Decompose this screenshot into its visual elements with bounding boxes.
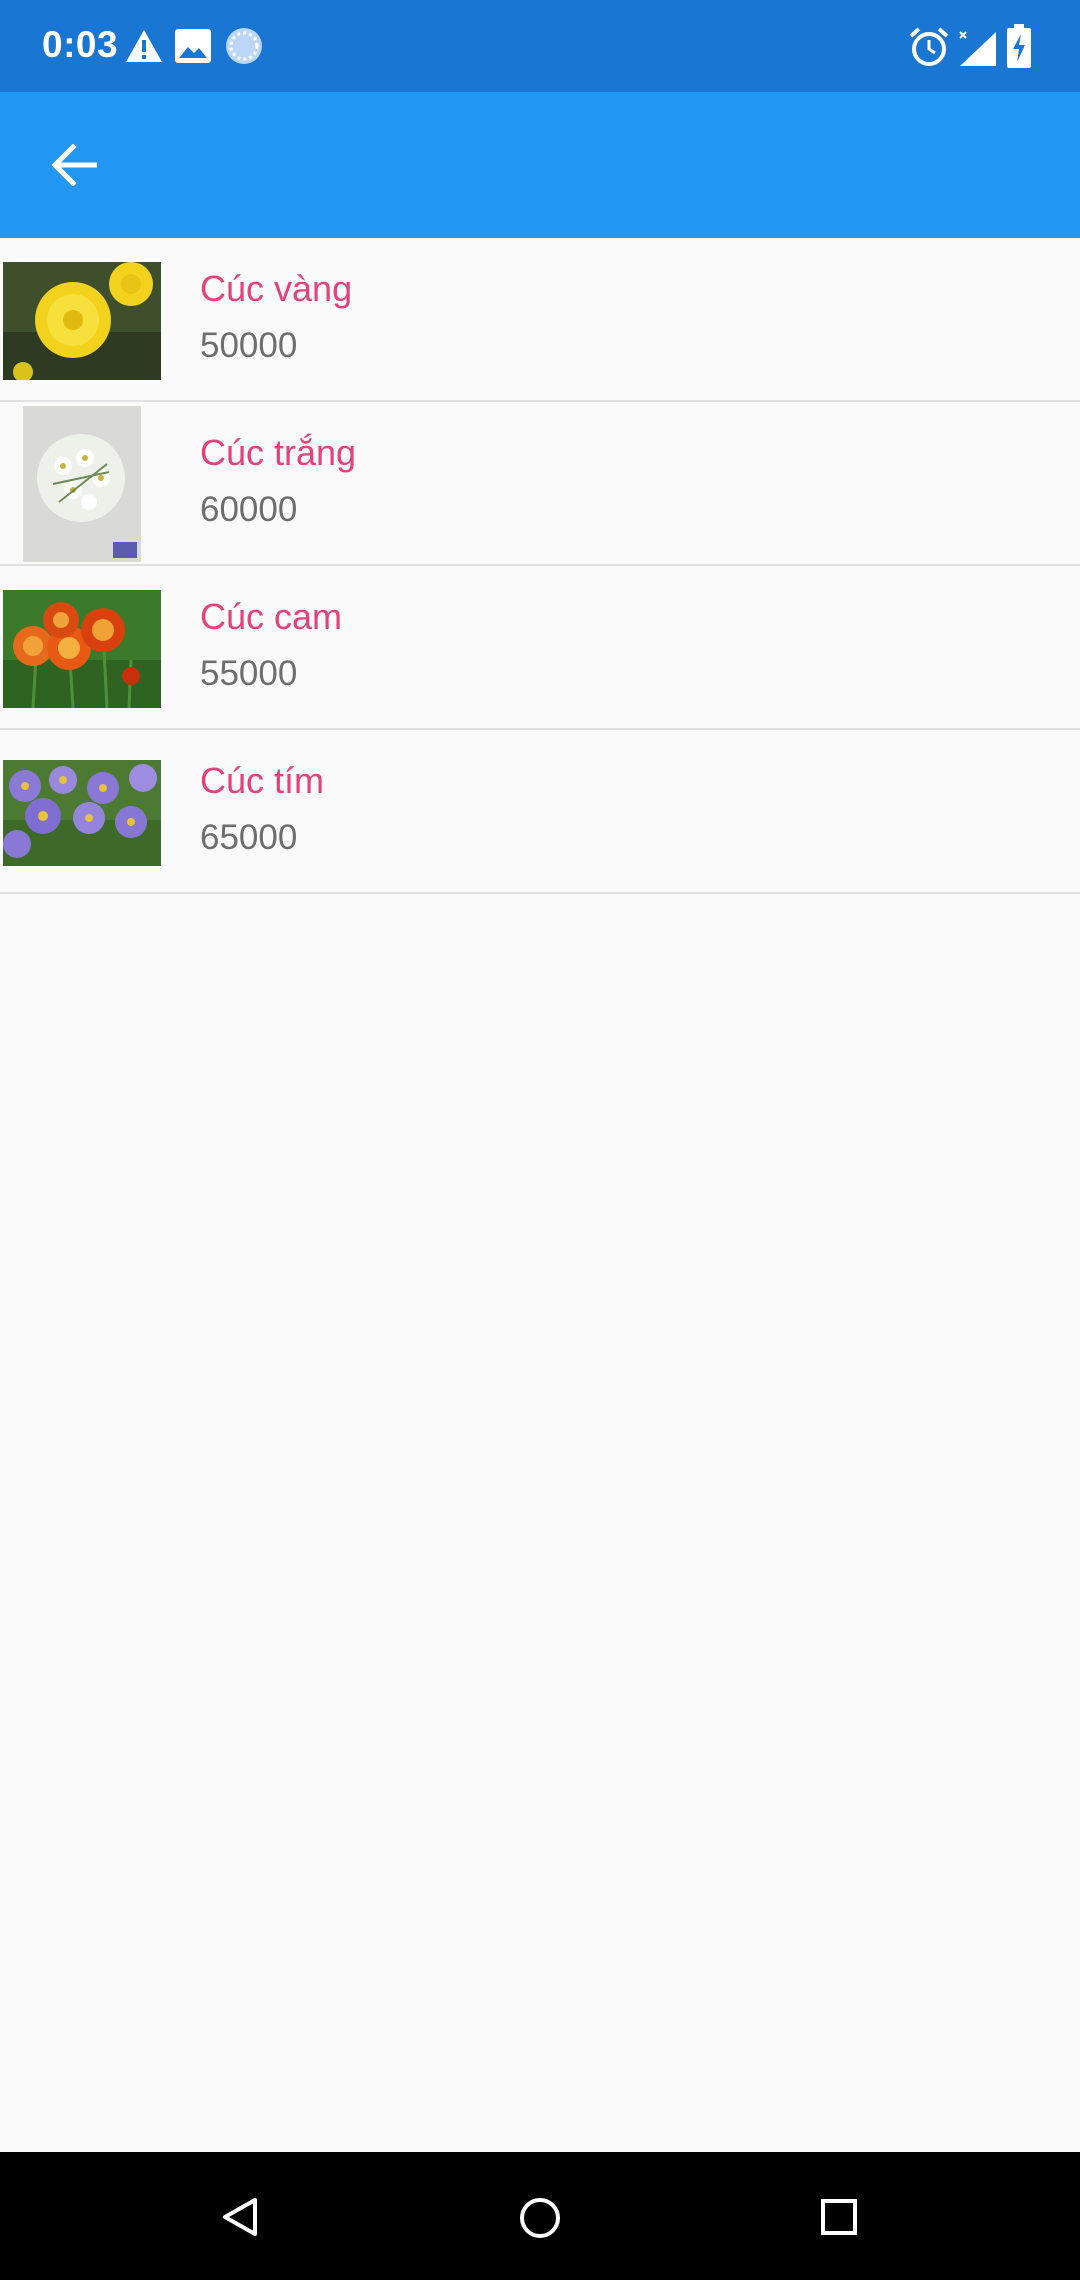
orange-chrysanthemum-image <box>3 590 161 708</box>
alarm-icon <box>909 27 949 66</box>
product-name: Cúc tím <box>200 760 325 801</box>
purple-chrysanthemum-image <box>3 760 161 866</box>
image-icon <box>175 29 211 63</box>
yellow-chrysanthemum-image <box>3 262 161 380</box>
sync-icon <box>226 28 262 64</box>
list-item[interactable]: Cúc tím 65000 <box>0 730 1080 894</box>
list-item[interactable]: Cúc vàng 50000 <box>0 238 1080 402</box>
signal-icon <box>959 31 996 66</box>
white-chrysanthemum-image <box>23 406 141 562</box>
warning-icon <box>126 30 162 62</box>
product-name: Cúc cam <box>200 596 343 637</box>
back-button[interactable] <box>26 117 122 213</box>
back-triangle-icon[interactable] <box>220 2196 260 2238</box>
status-time: 0:03 <box>42 24 119 65</box>
battery-charging-icon <box>1007 24 1031 68</box>
product-name: Cúc vàng <box>200 268 353 309</box>
arrow-back-icon <box>51 144 97 186</box>
list-item[interactable]: Cúc cam 55000 <box>0 566 1080 730</box>
product-list: Cúc vàng 50000 Cúc trắng 60000 Cúc cam 5… <box>0 238 1080 894</box>
product-price: 55000 <box>200 654 298 693</box>
product-price: 60000 <box>200 490 298 529</box>
list-item[interactable]: Cúc trắng 60000 <box>0 402 1080 566</box>
navigation-bar <box>0 2152 1080 2280</box>
home-circle-icon[interactable] <box>518 2196 562 2240</box>
app-bar <box>0 92 1080 238</box>
product-price: 50000 <box>200 326 298 365</box>
recents-square-icon[interactable] <box>820 2198 858 2236</box>
status-bar: 0:03 <box>0 0 1080 92</box>
product-price: 65000 <box>200 818 298 857</box>
product-name: Cúc trắng <box>200 432 357 473</box>
